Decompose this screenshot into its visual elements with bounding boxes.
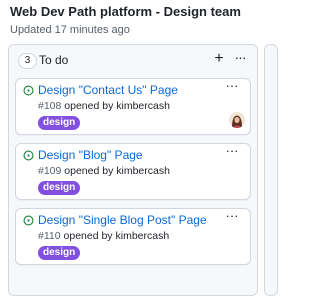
card-menu-button[interactable]: ··· xyxy=(223,144,241,159)
issue-card[interactable]: Design "Contact Us" Page ··· #108 opened… xyxy=(15,78,251,135)
issue-title-link[interactable]: Design "Blog" Page xyxy=(38,147,143,163)
avatar-image xyxy=(229,112,245,128)
issue-meta: #109 opened by kimbercash xyxy=(38,164,170,178)
issue-meta: #108 opened by kimbercash xyxy=(38,99,170,113)
author-link[interactable]: kimbercash xyxy=(116,100,170,112)
author-link[interactable]: kimbercash xyxy=(116,165,170,177)
project-updated-time: Updated 17 minutes ago xyxy=(10,24,130,36)
card-menu-button[interactable]: ··· xyxy=(223,209,241,224)
label-design[interactable]: design xyxy=(38,116,81,130)
issue-title-link[interactable]: Design "Single Blog Post" Page xyxy=(38,212,207,228)
opened-by-text: opened by xyxy=(61,100,117,112)
opened-by-text: opened by xyxy=(60,230,116,242)
issue-title-link[interactable]: Design "Contact Us" Page xyxy=(38,82,178,98)
next-column-edge xyxy=(264,44,278,296)
column-card-count: 3 xyxy=(18,53,37,69)
issue-meta: #110 opened by kimbercash xyxy=(38,229,169,243)
column-header: 3 To do + ··· xyxy=(9,45,257,75)
column-menu-button[interactable]: ··· xyxy=(231,49,249,67)
project-board: Web Dev Path platform - Design team Upda… xyxy=(0,0,278,301)
column-to-do: 3 To do + ··· Design "Contact Us" Page ·… xyxy=(8,44,258,296)
issue-number: #110 xyxy=(38,230,61,242)
assignee-avatar[interactable] xyxy=(229,112,245,128)
issue-opened-icon xyxy=(23,150,34,161)
project-header: Web Dev Path platform - Design team Upda… xyxy=(10,4,241,37)
label-design[interactable]: design xyxy=(38,246,81,260)
issue-card[interactable]: Design "Single Blog Post" Page ··· #110 … xyxy=(15,208,251,265)
column-name: To do xyxy=(39,53,69,67)
label-design[interactable]: design xyxy=(38,181,81,195)
opened-by-text: opened by xyxy=(61,165,117,177)
issue-card[interactable]: Design "Blog" Page ··· #109 opened by ki… xyxy=(15,143,251,200)
issue-opened-icon xyxy=(23,215,34,226)
project-title: Web Dev Path platform - Design team xyxy=(10,4,241,19)
author-link[interactable]: kimbercash xyxy=(115,230,169,242)
add-card-button[interactable]: + xyxy=(212,50,226,68)
issue-opened-icon xyxy=(23,85,34,96)
issue-number: #108 xyxy=(38,100,62,112)
card-menu-button[interactable]: ··· xyxy=(223,79,241,94)
issue-number: #109 xyxy=(38,165,62,177)
